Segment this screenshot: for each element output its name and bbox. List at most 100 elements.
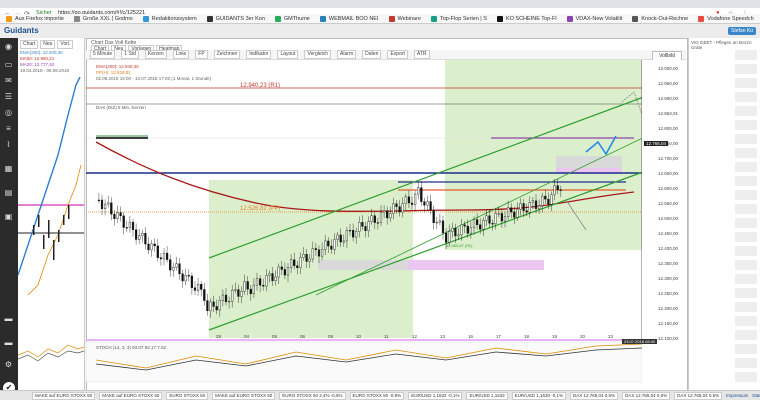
left-tab-0[interactable]: Chart (20, 40, 39, 49)
candle-body (370, 215, 373, 222)
right-panel-item[interactable] (735, 344, 757, 354)
toolbar-0[interactable]: 5 Minute (90, 50, 116, 59)
candle-body (445, 232, 448, 243)
watchlist-icon[interactable]: ☰ (3, 92, 14, 102)
toolbar-2[interactable]: Kerzen (144, 50, 167, 59)
right-panel-item[interactable] (735, 260, 757, 270)
candle-body (153, 243, 156, 247)
ticker-item[interactable]: MAKE auf EURO STOXX 50 (32, 391, 96, 400)
news-icon[interactable]: ▤ (3, 188, 14, 198)
right-panel-item[interactable] (735, 148, 757, 158)
user-button[interactable]: Stefan Kü (728, 27, 756, 35)
right-panel-item[interactable] (735, 302, 757, 312)
right-panel-item[interactable] (735, 358, 757, 368)
toolbar-1[interactable]: 1 Std (121, 50, 139, 59)
candle-body (500, 213, 503, 222)
ticker-item[interactable]: DAX 12.765,04 0,5% (674, 391, 723, 400)
bookmark-item[interactable]: Vodafone Speedch (698, 15, 754, 22)
bookmark-item[interactable]: Knock-Out-Rechne (632, 15, 689, 22)
avatar[interactable]: ◉ (3, 42, 14, 52)
right-panel-item[interactable] (735, 288, 757, 298)
right-panel-item[interactable] (735, 232, 757, 242)
calendar-icon[interactable]: ▣ (3, 212, 14, 222)
right-panel-item[interactable] (735, 78, 757, 88)
price-tag: 12.765,04 (644, 141, 669, 146)
right-panel-item[interactable] (735, 190, 757, 200)
ticker-item[interactable]: MAKE auf EURO STOXX 50 (212, 391, 276, 400)
price-chart[interactable]: 13.000,00 12.950,00 12.900,00 12.863,01 12.8… (86, 60, 686, 394)
ticker-item[interactable]: EURO STOXX 50 2,4% -0,5% (279, 391, 346, 400)
right-panel-item[interactable] (735, 316, 757, 326)
settings-icon[interactable]: ⚙ (3, 360, 14, 370)
chat-icon[interactable]: ✉ (3, 76, 14, 86)
toolbar-12[interactable]: ATR (413, 50, 430, 59)
left-tab-1[interactable]: Neu (40, 40, 56, 49)
left-mini-chart[interactable] (18, 55, 84, 380)
toolbar-5[interactable]: Zeichnen (213, 50, 241, 59)
bookmark-item[interactable]: KO SCHEINE Top-Fl (496, 15, 557, 22)
toolbar-8[interactable]: Vergleich (304, 50, 332, 59)
bookmark-item[interactable]: Top-Flop Serien | S (430, 15, 487, 22)
right-panel-item[interactable] (735, 120, 757, 130)
bookmark-item[interactable]: Redaktionssystem (142, 15, 197, 22)
toolbar-7[interactable]: Layout (277, 50, 299, 59)
right-panel-item[interactable] (735, 274, 757, 284)
bookmark-item[interactable]: Große XXL | Godmo (73, 15, 133, 22)
eye-icon[interactable]: ◎ (3, 108, 14, 118)
right-panel-item[interactable] (735, 134, 757, 144)
candle-body (438, 220, 441, 223)
right-panel-item[interactable] (735, 204, 757, 214)
desktop-icon[interactable]: ▭ (3, 60, 14, 70)
bookmark-label: Knock-Out-Rechne (641, 15, 689, 22)
right-panel-item[interactable] (735, 176, 757, 186)
ticker-item[interactable]: DAX 12.765,04 0,5% (570, 391, 619, 400)
ticker-item[interactable]: DAX 12.765,04 0,5% (622, 391, 671, 400)
right-panel-item[interactable] (735, 246, 757, 256)
toolbar-4[interactable]: FP (195, 50, 208, 59)
ticker-item[interactable]: EURO STOXX 50 -0,9% (349, 391, 405, 400)
bookmark-label: Redaktionssystem (151, 15, 197, 22)
ticker-item[interactable]: EURO STOXX 50 (166, 391, 209, 400)
candle-body (556, 185, 559, 190)
bookmark-item[interactable]: Webinare (388, 15, 421, 22)
bookmark-item[interactable]: GUIDANTS 3er Kon (206, 15, 265, 22)
toolbar-3[interactable]: Linie (172, 50, 190, 59)
candle-body (510, 207, 513, 213)
bookmark-icon (496, 15, 503, 22)
table-icon[interactable]: ▦ (3, 164, 14, 174)
candle-body (286, 267, 290, 276)
candle-body (414, 193, 417, 205)
right-panel-item[interactable] (735, 218, 757, 228)
list-icon[interactable]: ≡ (3, 124, 14, 134)
toolbar-9[interactable]: Alarm (337, 50, 357, 59)
right-panel-item[interactable] (735, 162, 757, 172)
ticker-item[interactable]: EUR/USD 1,1632 -0,1% (408, 391, 463, 400)
ticker-item[interactable]: EUR/USD 1,1632 (466, 391, 508, 400)
right-panel-item[interactable] (735, 330, 757, 340)
bookmark-item[interactable]: Aus Firefox importie (6, 15, 64, 22)
bookmark-item[interactable]: VDAX-New Volatilit (566, 15, 622, 22)
footer-link[interactable]: Datenschutz (752, 393, 760, 398)
candle-body (491, 223, 494, 225)
folder-icon-2[interactable]: ▬ (3, 338, 14, 348)
bookmark-item[interactable]: WEBMAIL BOO NEI (319, 15, 379, 22)
candle-body (289, 259, 293, 268)
ticker-item[interactable]: EUR/USD 1,1630 -0,1% (511, 391, 567, 400)
x-axis-label: 18 (524, 334, 530, 339)
footer-link[interactable]: Impressum (726, 393, 748, 398)
right-panel-item[interactable] (735, 372, 757, 382)
left-tab-2[interactable]: Vorl. (57, 40, 74, 49)
candle-body (435, 221, 438, 224)
toolbar-6[interactable]: Indikator (246, 50, 272, 59)
right-panel-item[interactable] (735, 106, 757, 116)
candle-body (227, 301, 231, 303)
right-panel-item[interactable] (735, 64, 757, 74)
right-panel-item[interactable] (735, 50, 757, 60)
ticker-item[interactable]: MAKE auf EURO STOXX 50 (99, 391, 163, 400)
chart-icon[interactable]: ⌇ (3, 140, 14, 150)
toolbar-11[interactable]: Export (387, 50, 408, 59)
toolbar-10[interactable]: Daten (362, 50, 382, 59)
right-panel-item[interactable] (735, 92, 757, 102)
bookmark-item[interactable]: GMThume (274, 15, 310, 22)
folder-icon[interactable]: ▬ (3, 314, 14, 324)
